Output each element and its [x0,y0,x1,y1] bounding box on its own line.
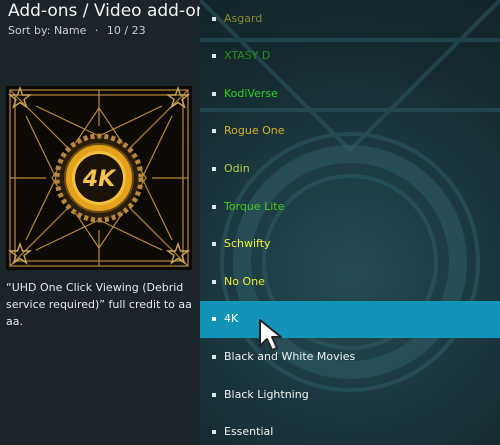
addon-thumbnail: 4K [6,85,192,270]
sort-label[interactable]: Sort by: Name [8,24,86,37]
list-item-label: No One [224,274,265,288]
list-item[interactable]: 4K [200,300,500,338]
addon-list-panel: Asgard XTASY D KodiVerse Rogue One Odin Torqu… [200,0,500,445]
bullet-icon [212,54,216,59]
addon-info-panel: Add-ons / Video add-ons Sort by: Name · … [0,0,215,445]
bullet-icon [212,204,216,209]
list-item[interactable]: Black Lightning [200,376,500,413]
mouse-pointer-icon [259,319,282,351]
list-item[interactable]: Odin [200,150,500,187]
separator: · [94,24,99,37]
list-item-label: Schwifty [224,237,271,251]
list-item-label: KodiVerse [224,86,278,100]
list-item-label: XTASY D [224,49,271,63]
bullet-icon [212,279,216,284]
list-item-label: Odin [224,161,250,175]
bullet-icon [212,16,216,21]
list-item-label: Asgard [224,11,263,25]
bullet-icon [212,91,216,96]
item-position: 10 / 23 [106,24,146,37]
list-item[interactable]: Black and White Movies [200,338,500,375]
bullet-icon [212,166,216,171]
list-item-label: Black and White Movies [224,349,356,363]
list-item[interactable]: KodiVerse [200,75,500,112]
list-item-label: Torque Lite [224,199,285,213]
list-item[interactable]: Schwifty [200,226,500,263]
sort-status: Sort by: Name · 10 / 23 [8,24,146,38]
page-title: Add-ons / Video add-ons [8,1,216,21]
bullet-icon [212,242,216,247]
bullet-icon [212,430,216,435]
bullet-icon [212,354,216,359]
addon-description: “UHD One Click Viewing (Debrid service r… [6,281,192,328]
list-item[interactable]: Torque Lite [200,188,500,225]
list-item-label: Rogue One [224,124,285,138]
bullet-icon [212,392,216,397]
list-item[interactable]: Asgard [200,0,500,37]
list-item-label: Black Lightning [224,387,309,401]
list-item-label: 4K [224,312,239,326]
thumbnail-badge: 4K [82,167,117,192]
list-item[interactable]: XTASY D [200,38,500,75]
art-deco-4k-icon: 4K [6,85,192,270]
bullet-icon [212,317,216,322]
bullet-icon [212,129,216,134]
list-item[interactable]: Rogue One [200,113,500,150]
list-item[interactable]: Essential [200,414,500,445]
list-item[interactable]: No One [200,263,500,300]
list-item-label: Essential [224,425,274,439]
